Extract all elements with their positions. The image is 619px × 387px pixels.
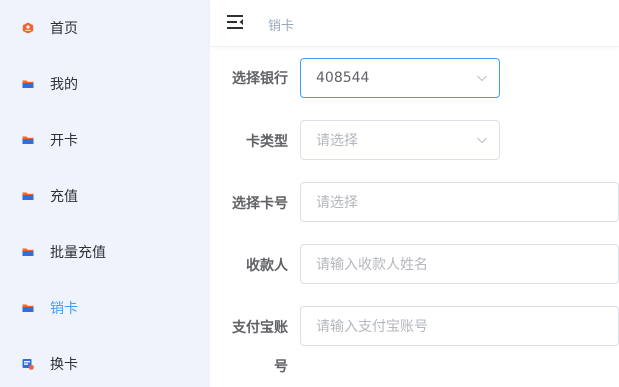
folder-icon: [22, 304, 34, 312]
card-type-select[interactable]: 请选择: [300, 120, 500, 160]
sidebar-item-cancel-card[interactable]: 销卡: [0, 280, 210, 336]
card-swap-icon: [22, 359, 34, 370]
breadcrumb[interactable]: 销卡: [268, 15, 294, 34]
bank-select-value: 408544: [316, 70, 370, 86]
alipay-label-line1: 支付宝账: [232, 320, 288, 336]
sidebar-item-batch-recharge[interactable]: 批量充值: [0, 224, 210, 280]
alipay-label-line2: 号: [274, 359, 288, 375]
chevron-down-icon: [477, 75, 487, 82]
card-number-label: 选择卡号: [232, 196, 288, 212]
sidebar-item-open-card[interactable]: 开卡: [0, 112, 210, 168]
folder-icon: [22, 248, 34, 256]
menu-fold-icon[interactable]: [227, 14, 245, 30]
folder-icon: [22, 80, 34, 88]
alipay-account-placeholder: 请输入支付宝账号: [316, 319, 428, 335]
sidebar-item-label: 开卡: [50, 133, 78, 149]
sidebar-item-label: 我的: [50, 77, 78, 93]
sidebar-item-recharge[interactable]: 充值: [0, 168, 210, 224]
card-number-select[interactable]: 请选择: [300, 182, 619, 222]
folder-icon: [22, 192, 34, 200]
payee-name-placeholder: 请输入收款人姓名: [316, 257, 428, 273]
sidebar-item-mine[interactable]: 我的: [0, 56, 210, 112]
sidebar-item-label: 换卡: [50, 357, 78, 373]
sidebar-item-home[interactable]: 首页: [0, 0, 210, 56]
sidebar-item-label: 首页: [50, 21, 78, 37]
bank-label: 选择银行: [232, 71, 288, 87]
card-number-placeholder: 请选择: [316, 195, 358, 211]
sidebar-item-swap-card[interactable]: 换卡: [0, 336, 210, 387]
sidebar-item-label: 充值: [50, 189, 78, 205]
folder-icon: [22, 136, 34, 144]
home-icon: [22, 22, 34, 34]
payee-label: 收款人: [246, 258, 288, 274]
sidebar-item-label: 批量充值: [50, 245, 106, 261]
top-header: 销卡: [210, 0, 619, 47]
sidebar-item-label: 销卡: [50, 301, 78, 317]
chevron-down-icon: [477, 137, 487, 144]
card-type-placeholder: 请选择: [316, 133, 358, 149]
alipay-account-input[interactable]: 请输入支付宝账号: [300, 306, 619, 346]
sidebar: 首页 我的 开卡 充值 批量充值 销卡 换卡: [0, 0, 210, 387]
card-type-label: 卡类型: [246, 134, 288, 150]
bank-select[interactable]: 408544: [300, 58, 500, 98]
payee-name-input[interactable]: 请输入收款人姓名: [300, 244, 619, 284]
